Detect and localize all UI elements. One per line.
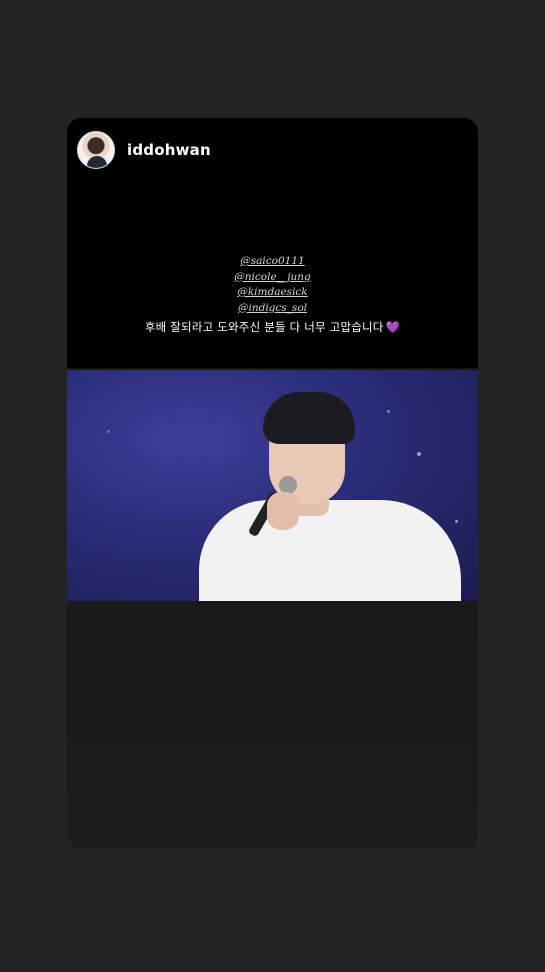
- stage-light: [107, 430, 110, 433]
- story-header[interactable]: iddohwan: [77, 130, 211, 170]
- caption-text: 후배 잘되라고 도와주신 분들 다 너무 고맙습니다: [144, 320, 384, 334]
- singer-body: [199, 500, 461, 601]
- stage-light: [455, 520, 458, 523]
- singer-hair: [263, 392, 355, 444]
- mention-link[interactable]: @kimdaesick: [67, 285, 478, 301]
- story-photo[interactable]: [67, 370, 478, 601]
- purple-heart-icon: 💜: [385, 320, 401, 334]
- profile-avatar[interactable]: [77, 131, 115, 169]
- mention-link[interactable]: @saico0111: [67, 254, 478, 270]
- story-card[interactable]: iddohwan @saico0111 @nicole__jung @kimda…: [67, 118, 478, 848]
- stage-light: [387, 410, 390, 413]
- mention-list: @saico0111 @nicole__jung @kimdaesick @in…: [67, 254, 478, 316]
- mention-link[interactable]: @nicole__jung: [67, 270, 478, 286]
- singer-hand: [267, 492, 299, 530]
- story-screen: iddohwan @saico0111 @nicole__jung @kimda…: [0, 0, 545, 972]
- username[interactable]: iddohwan: [127, 141, 211, 159]
- mention-link[interactable]: @indigcs_sol: [67, 301, 478, 317]
- story-caption: 후배 잘되라고 도와주신 분들 다 너무 고맙습니다 💜: [67, 319, 478, 335]
- stage-light: [417, 452, 421, 456]
